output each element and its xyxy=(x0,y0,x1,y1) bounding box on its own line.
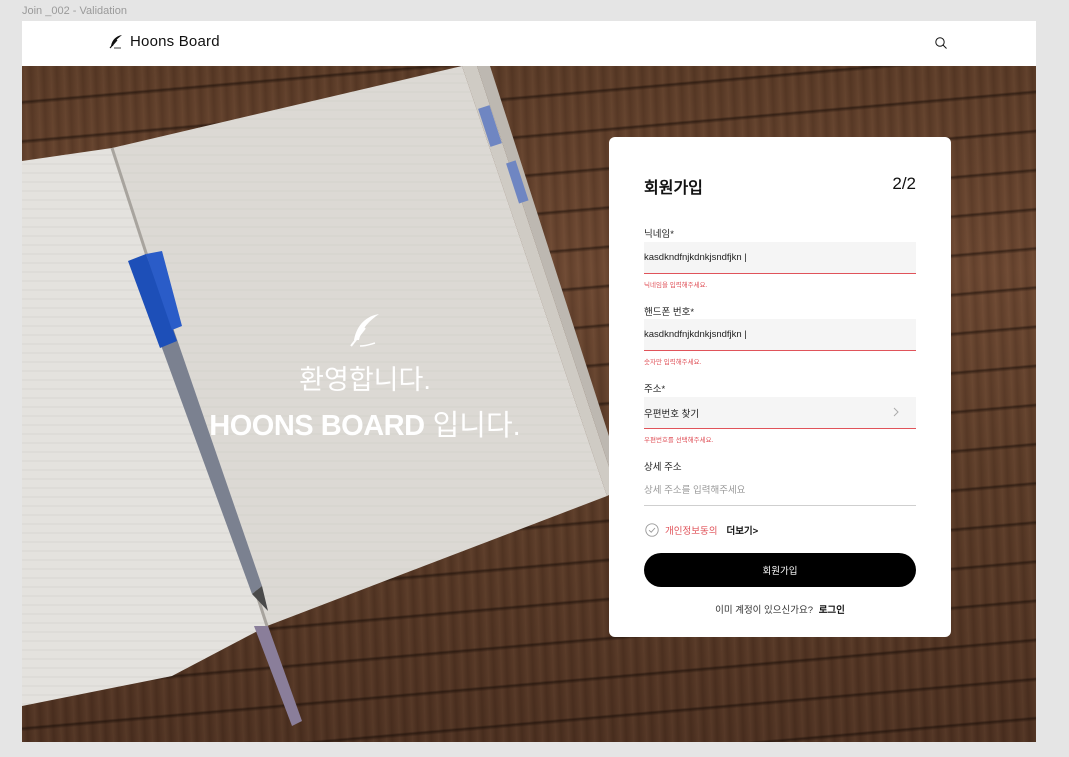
nickname-label: 닉네임* xyxy=(644,229,674,240)
welcome-brand: HOONS BOARD xyxy=(209,410,425,442)
address-error: 우편번호를 선택해주세요. xyxy=(644,437,714,444)
nickname-field[interactable] xyxy=(644,242,916,274)
header: Hoons Board xyxy=(22,21,1036,66)
phone-error: 숫자만 입력해주세요. xyxy=(644,359,702,366)
login-prompt: 이미 계정이 있으신가요? xyxy=(715,605,814,616)
more-link[interactable]: 더보기> xyxy=(726,523,758,537)
zipcode-search-label: 우편번호 찾기 xyxy=(644,408,700,420)
address-label: 주소* xyxy=(644,384,666,395)
signup-button[interactable]: 회원가입 xyxy=(644,553,916,587)
feather-icon xyxy=(109,34,122,48)
check-circle-icon[interactable] xyxy=(645,523,659,537)
detail-address-field[interactable] xyxy=(644,476,916,506)
detail-address-label: 상세 주소 xyxy=(644,462,682,473)
welcome-line-1: 환영합니다. xyxy=(299,365,431,395)
feather-icon xyxy=(350,314,379,347)
signup-title: 회원가입 xyxy=(644,180,703,197)
signup-card: 회원가입 2/2 닉네임* 닉네임을 입력해주세요. 핸드폰 번호* 숫자만 입… xyxy=(609,137,951,637)
consent-label: 개인정보동의 xyxy=(665,526,718,537)
brand-logo[interactable]: Hoons Board xyxy=(108,33,220,50)
login-prompt-row: 이미 계정이 있으신가요? 로그인 xyxy=(609,602,951,616)
chevron-right-icon xyxy=(893,407,899,417)
page-frame: Hoons Board 환영합니다. HOONS BOARD 입니다. 회원가입… xyxy=(22,21,1036,742)
nickname-error: 닉네임을 입력해주세요. xyxy=(644,282,708,289)
nickname-input[interactable] xyxy=(644,242,916,273)
hero-background: 환영합니다. HOONS BOARD 입니다. 회원가입 2/2 닉네임* 닉네… xyxy=(22,66,1036,742)
phone-input[interactable] xyxy=(644,319,916,350)
welcome-line-2: HOONS BOARD 입니다. xyxy=(182,402,548,450)
brand-name: Hoons Board xyxy=(130,33,220,50)
welcome-suffix: 입니다. xyxy=(424,410,521,442)
search-icon[interactable] xyxy=(934,36,948,50)
phone-label: 핸드폰 번호* xyxy=(644,307,695,318)
welcome-message: 환영합니다. HOONS BOARD 입니다. xyxy=(182,310,548,450)
detail-address-input[interactable] xyxy=(644,485,916,496)
step-indicator: 2/2 xyxy=(892,174,916,193)
privacy-consent[interactable]: 개인정보동의 더보기> xyxy=(645,523,758,537)
frame-label: Join _002 - Validation xyxy=(22,5,127,17)
phone-field[interactable] xyxy=(644,319,916,351)
login-link[interactable]: 로그인 xyxy=(819,605,845,616)
zipcode-search-field[interactable]: 우편번호 찾기 xyxy=(644,397,916,429)
